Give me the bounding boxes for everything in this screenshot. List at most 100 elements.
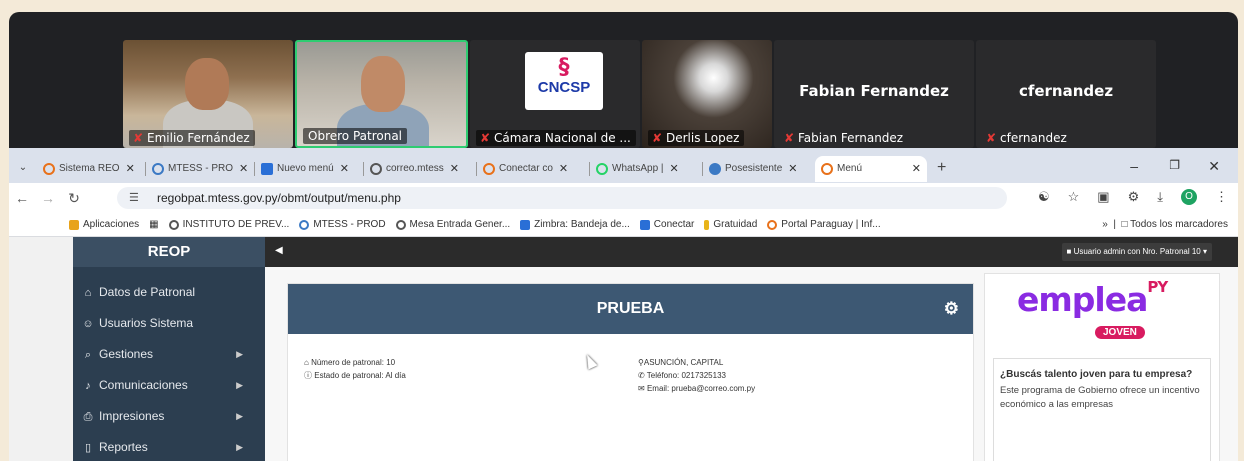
- participant-tile[interactable]: Fabian Fernandez ✘ Fabian Fernandez: [774, 40, 974, 148]
- panel-header: PRUEBA ⚙: [288, 284, 973, 334]
- sidebar-item-1[interactable]: ☺ Usuarios Sistema: [73, 308, 265, 339]
- sidebar-item-0[interactable]: ⌂ Datos de Patronal: [73, 277, 265, 308]
- bookmark-label: MTESS - PROD: [313, 219, 386, 230]
- bookmark-item[interactable]: INSTITUTO DE PREV...: [168, 219, 289, 230]
- employer-info-left: ⌂ Número de patronal: 10 ⓘ Estado de pat…: [304, 356, 406, 382]
- browser-tab[interactable]: Conectar co ✕: [477, 156, 589, 182]
- chevron-right-icon: ▶: [236, 442, 243, 452]
- address-bar[interactable]: ☰ regobpat.mtess.gov.py/obmt/output/menu…: [117, 187, 1007, 209]
- grid-icon[interactable]: ▦: [149, 219, 158, 230]
- employer-location: ASUNCIÓN, CAPITAL: [643, 358, 724, 367]
- sidebar-item-5[interactable]: ▯ Reportes ▶: [73, 432, 265, 461]
- tab-close-icon[interactable]: ✕: [912, 162, 921, 175]
- puzzle-icon[interactable]: ⚙: [1128, 189, 1140, 205]
- bookmark-item[interactable]: Mesa Entrada Gener...: [395, 219, 511, 230]
- bookmark-item[interactable]: Portal Paraguay | Inf...: [767, 219, 881, 230]
- menu-dots-icon[interactable]: ⋮: [1215, 189, 1228, 205]
- bookmark-favicon-icon: [520, 219, 531, 230]
- browser-tab[interactable]: correo.mtess ✕: [364, 156, 476, 182]
- browser-tab[interactable]: WhatsApp | ✕: [590, 156, 702, 182]
- employer-panel: PRUEBA ⚙ ⌂ Número de patronal: 10 ⓘ Esta…: [287, 283, 974, 461]
- mic-off-icon: ✘: [986, 131, 997, 145]
- mouse-cursor: [582, 352, 598, 370]
- participant-tile[interactable]: cfernandez ✘ cfernandez: [976, 40, 1156, 148]
- top-navbar: ◀ ■ Usuario admin con Nro. Patronal 10 ▾: [265, 237, 1238, 267]
- sidebar-item-4[interactable]: ⎙ Impresiones ▶: [73, 401, 265, 432]
- sidebar-item-3[interactable]: ♪ Comunicaciones ▶: [73, 370, 265, 401]
- employer-email: Email: prueba@correo.com.py: [646, 384, 756, 393]
- tab-close-icon[interactable]: ✕: [788, 162, 797, 175]
- mic-off-icon: ✘: [480, 131, 491, 145]
- sidebar-item-2[interactable]: ⌕ Gestiones ▶: [73, 339, 265, 370]
- download-icon[interactable]: ⤓: [1157, 189, 1163, 205]
- browser-tab-active[interactable]: Menú ✕: [815, 155, 927, 182]
- tab-label: correo.mtess: [386, 163, 444, 174]
- sidebar: REOP ⌂ Datos de Patronal ☺ Usuarios Sistema…: [73, 237, 265, 461]
- chevron-right-icon: ▶: [236, 380, 243, 390]
- new-tab-icon[interactable]: +: [937, 159, 946, 177]
- apps-grid-icon: [69, 219, 79, 230]
- cncsp-logo-symbol: §: [558, 55, 570, 80]
- sidebar-item-label: Comunicaciones: [99, 378, 188, 392]
- user-menu-button[interactable]: ■ Usuario admin con Nro. Patronal 10 ▾: [1061, 243, 1212, 261]
- bookmark-favicon-icon: [395, 219, 406, 230]
- participant-tile[interactable]: ✘ Derlis Lopez: [642, 40, 772, 148]
- browser-tab[interactable]: Sistema REO ✕: [37, 156, 145, 182]
- sidebar-toggle-icon[interactable]: ◀: [275, 245, 283, 256]
- back-icon[interactable]: ←: [9, 190, 35, 206]
- bookmark-item[interactable]: Zimbra: Bandeja de...: [520, 219, 630, 230]
- url-text: regobpat.mtess.gov.py/obmt/output/menu.p…: [157, 191, 401, 205]
- app-brand[interactable]: REOP: [73, 237, 265, 267]
- tab-close-icon[interactable]: ✕: [559, 162, 568, 175]
- all-bookmarks[interactable]: » | □ Todos los marcadores: [1102, 219, 1228, 230]
- main-content: PRUEBA ⚙ ⌂ Número de patronal: 10 ⓘ Esta…: [265, 267, 1238, 461]
- extension-icon[interactable]: ▣: [1097, 189, 1109, 205]
- more-bookmarks-icon[interactable]: »: [1102, 219, 1108, 230]
- tab-search-chevron-icon[interactable]: ⌄: [9, 162, 37, 173]
- emplea-py-ad[interactable]: empleaPY JOVEN ¿Buscás talento joven par…: [984, 273, 1220, 461]
- bookmark-item[interactable]: Conectar: [639, 219, 694, 230]
- close-window-icon[interactable]: ✕: [1208, 158, 1220, 175]
- participant-face: [361, 56, 405, 112]
- bookmark-label: Portal Paraguay | Inf...: [781, 219, 881, 230]
- bookmark-label: Mesa Entrada Gener...: [409, 219, 511, 230]
- bookmark-label: Gratuidad: [713, 219, 758, 230]
- participant-name: Obrero Patronal: [303, 128, 408, 144]
- bookmark-apps[interactable]: Aplicaciones: [69, 219, 139, 230]
- reload-icon[interactable]: ↻: [61, 190, 87, 207]
- profile-avatar[interactable]: O: [1181, 189, 1197, 205]
- sidebar-menu: ⌂ Datos de Patronal ☺ Usuarios Sistema ⌕ Gest…: [73, 267, 265, 461]
- minimize-icon[interactable]: –: [1130, 158, 1138, 174]
- translate-icon[interactable]: ☯: [1038, 189, 1050, 205]
- tab-label: WhatsApp |: [612, 163, 664, 174]
- participant-name: ✘ Cámara Nacional de ...: [476, 130, 636, 146]
- info-icon: ⓘ: [304, 371, 315, 380]
- tab-favicon-icon: [43, 162, 55, 175]
- bookmark-star-icon[interactable]: ☆: [1068, 189, 1080, 205]
- browser-tab[interactable]: MTESS - PRO ✕: [146, 156, 254, 182]
- tab-close-icon[interactable]: ✕: [239, 162, 248, 175]
- emplea-logo-text: emplea: [1017, 280, 1148, 319]
- bookmark-item[interactable]: Gratuidad: [704, 219, 757, 230]
- site-info-icon[interactable]: ☰: [129, 187, 139, 209]
- tab-close-icon[interactable]: ✕: [670, 162, 679, 175]
- cncsp-logo: § CNCSP: [525, 52, 603, 110]
- chevron-right-icon: ▶: [236, 349, 243, 359]
- bookmark-label: Aplicaciones: [83, 219, 140, 230]
- phone-icon: ✆: [638, 371, 647, 380]
- bookmark-item[interactable]: MTESS - PROD: [299, 219, 386, 230]
- all-bookmarks-label: Todos los marcadores: [1130, 219, 1228, 230]
- joven-badge: JOVEN: [1095, 326, 1145, 339]
- browser-tab[interactable]: Posesistente ✕: [703, 156, 815, 182]
- participant-tile-active-speaker[interactable]: Obrero Patronal: [295, 40, 468, 148]
- forward-icon[interactable]: →: [35, 190, 61, 206]
- participant-tile[interactable]: § CNCSP ✘ Cámara Nacional de ...: [470, 40, 640, 148]
- tab-close-icon[interactable]: ✕: [126, 162, 135, 175]
- tab-close-icon[interactable]: ✕: [450, 162, 459, 175]
- gear-icon[interactable]: ⚙: [944, 284, 959, 334]
- browser-tab[interactable]: Nuevo menú ✕: [255, 156, 363, 182]
- maximize-icon[interactable]: ❐: [1169, 158, 1180, 172]
- tab-close-icon[interactable]: ✕: [340, 162, 349, 175]
- participant-tile[interactable]: ✘ Emilio Fernández: [123, 40, 293, 148]
- tab-favicon-icon: [709, 162, 721, 175]
